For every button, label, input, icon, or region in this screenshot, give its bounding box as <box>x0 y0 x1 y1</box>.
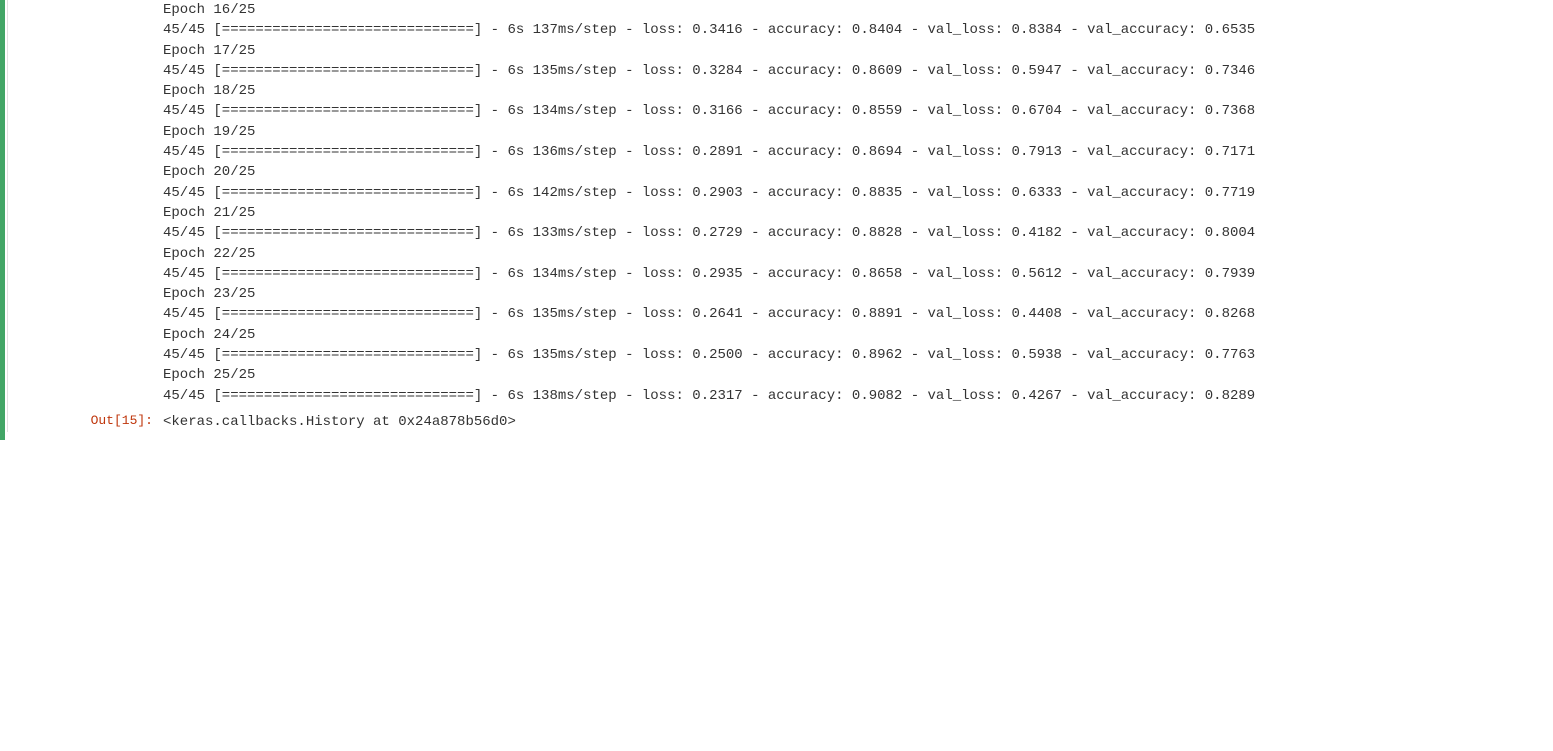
output-prompt-label: Out[15]: <box>8 412 163 431</box>
execute-result-row: Out[15]: <keras.callbacks.History at 0x2… <box>8 412 1545 432</box>
training-log-output: Epoch 16/25 45/45 [=====================… <box>163 0 1545 406</box>
stdout-prompt-gutter <box>8 0 163 19</box>
notebook-output-cell: Epoch 16/25 45/45 [=====================… <box>0 0 1553 440</box>
stdout-row: Epoch 16/25 45/45 [=====================… <box>8 0 1545 406</box>
cell-inner: Epoch 16/25 45/45 [=====================… <box>7 0 1545 432</box>
execute-result-value: <keras.callbacks.History at 0x24a878b56d… <box>163 412 1545 432</box>
